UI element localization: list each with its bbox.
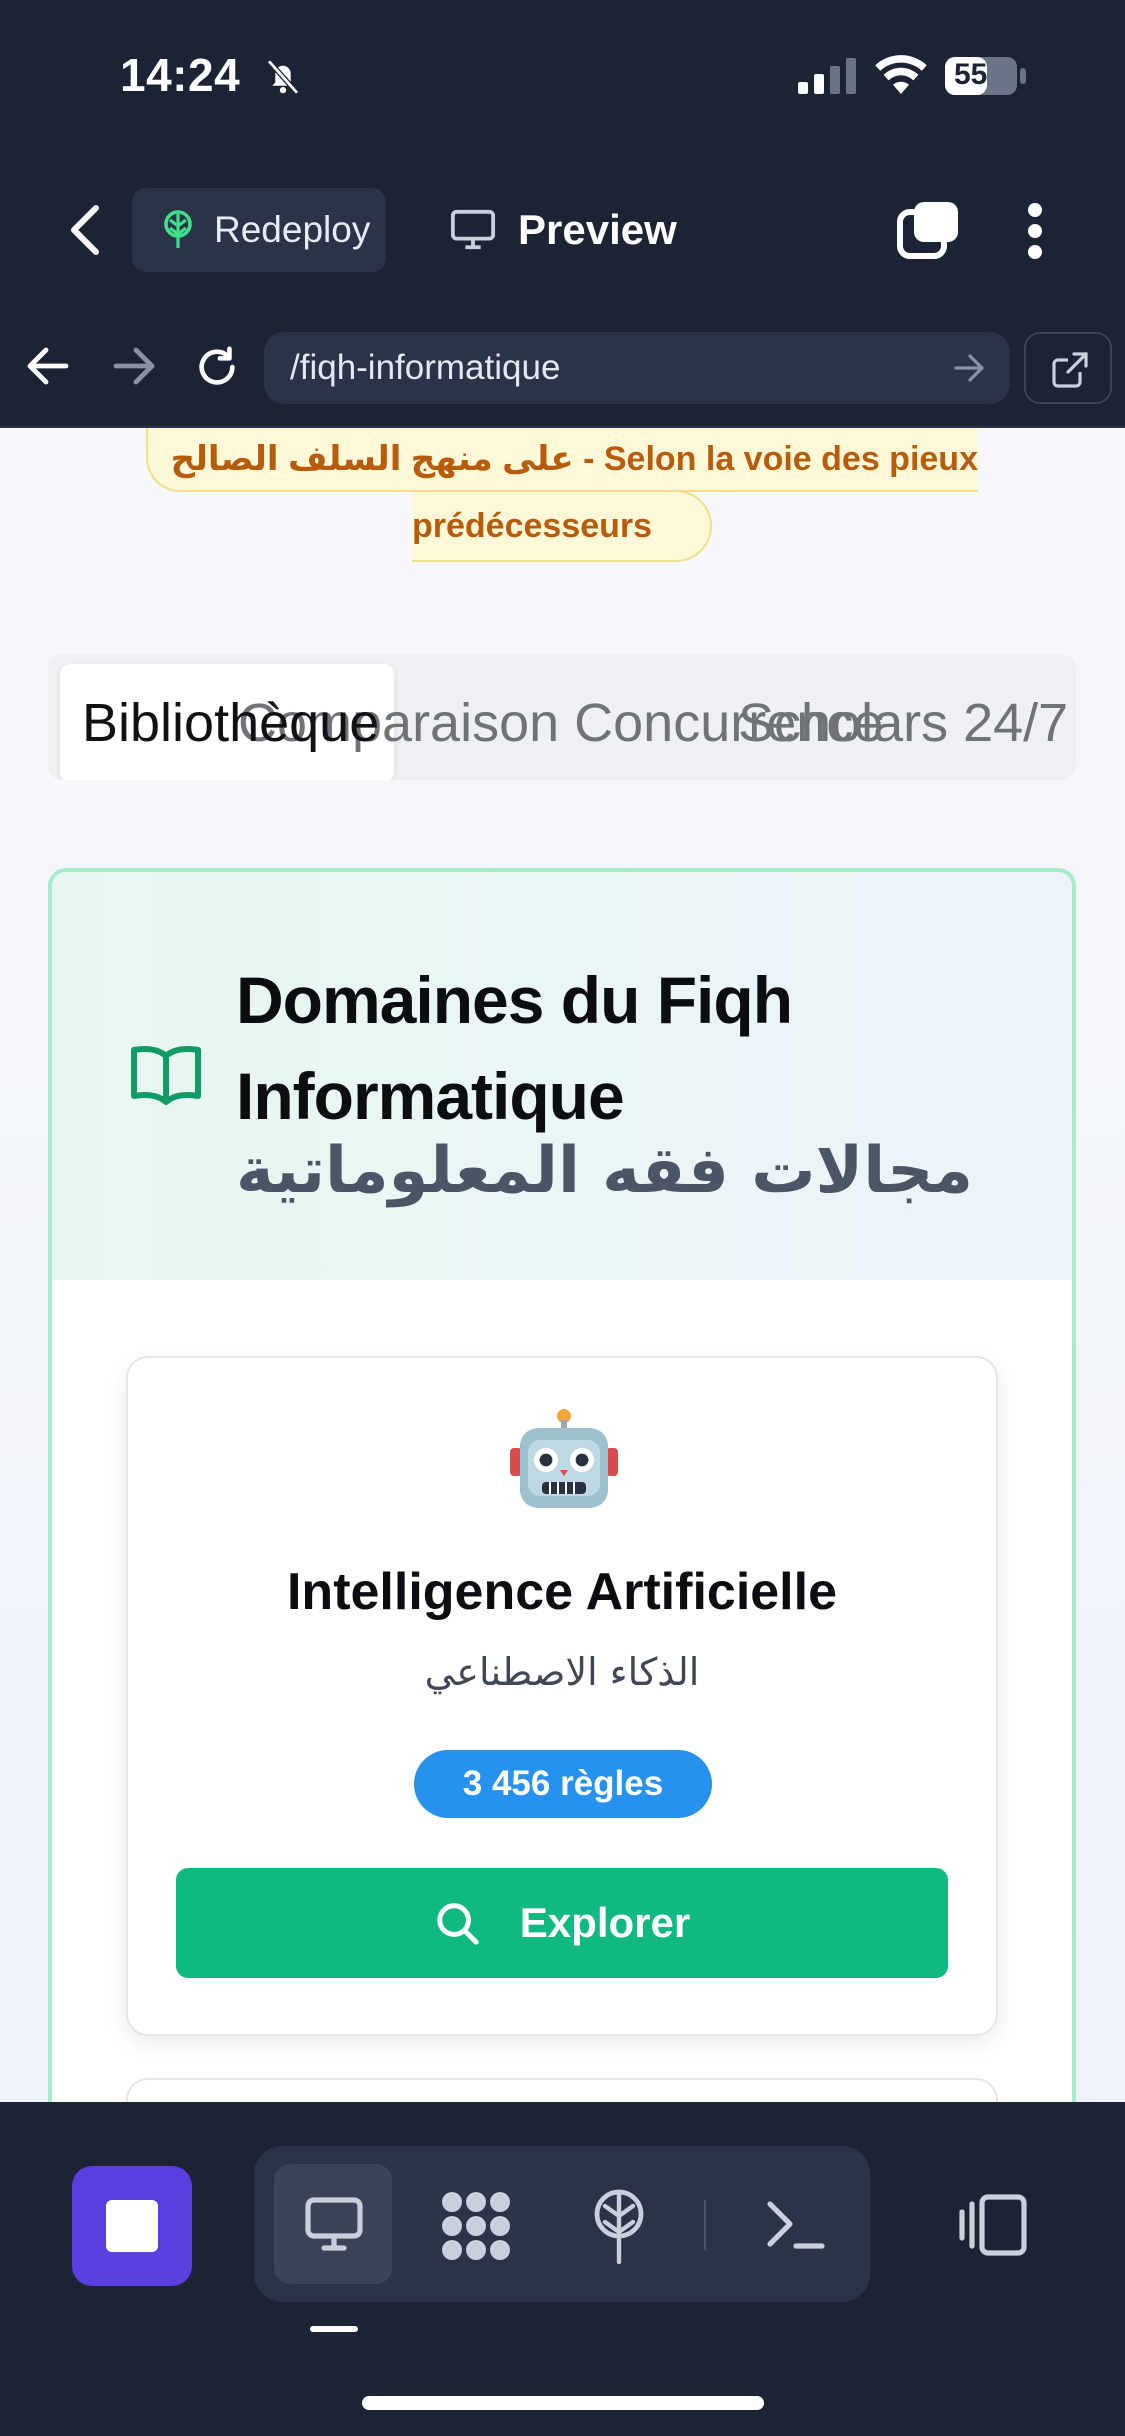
open-book-icon [131, 1046, 201, 1105]
top-chrome: 14:24 55 Redeploy Preview /fiqh-informat… [0, 0, 1125, 428]
status-bar: 14:24 55 [0, 0, 1125, 150]
motto-line1: على منهج السلف الصالح - Selon la voie de… [170, 440, 978, 478]
deploy-tree-icon [164, 210, 192, 248]
explore-button[interactable]: Explorer [176, 1868, 948, 1978]
tab-bibliotheque-label[interactable]: Bibliothèque [82, 692, 379, 754]
tool-switcher [254, 2146, 870, 2302]
motto-banner: على منهج السلف الصالح - Selon la voie de… [146, 428, 978, 492]
domains-header: Domaines du Fiqh Informatique مجالات فقه… [52, 872, 1072, 1280]
robot-icon [510, 1409, 618, 1508]
nav-back-icon[interactable] [26, 346, 70, 386]
app-toolbar: Redeploy Preview [0, 170, 1125, 290]
rules-count-badge: 3 456 règles [414, 1750, 712, 1818]
external-link-icon [1052, 352, 1088, 388]
apps-grid-icon[interactable] [440, 2190, 512, 2262]
domain-card: Intelligence Artificielle الذكاء الاصطنا… [126, 1356, 998, 2036]
domains-section: Domaines du Fiqh Informatique مجالات فقه… [48, 868, 1076, 2102]
signal-icon [798, 58, 856, 94]
section-tabs: Bibliothèque Comparaison Concurrence Sch… [48, 654, 1076, 780]
page-content: على منهج السلف الصالح - Selon la voie de… [0, 428, 1125, 2102]
wifi-icon [875, 55, 927, 94]
more-menu-icon[interactable] [1024, 202, 1046, 260]
browser-bar: /fiqh-informatique [0, 306, 1125, 428]
device-toggle-icon[interactable] [958, 2194, 1028, 2256]
tool-preview[interactable] [274, 2164, 392, 2284]
desktop-icon [305, 2197, 363, 2251]
open-external-button[interactable] [1024, 332, 1112, 404]
domains-subtitle: مجالات فقه المعلوماتية [236, 1134, 973, 1208]
go-arrow-icon[interactable] [954, 354, 986, 382]
next-domain-card [126, 2078, 998, 2102]
stop-button[interactable] [72, 2166, 192, 2286]
reload-icon[interactable] [194, 344, 240, 390]
url-input[interactable]: /fiqh-informatique [264, 332, 1010, 404]
bottom-toolbar [0, 2102, 1125, 2436]
stop-icon [106, 2200, 158, 2252]
shell-icon[interactable] [764, 2196, 826, 2252]
monitor-icon [450, 209, 496, 250]
preview-button[interactable]: Preview [450, 188, 677, 272]
nav-forward-icon[interactable] [112, 346, 156, 386]
redeploy-label: Redeploy [214, 209, 371, 250]
toolbar-divider [704, 2200, 706, 2250]
domains-title: Domaines du Fiqh Informatique [236, 963, 793, 1133]
battery-level: 55 [954, 58, 988, 91]
active-tool-indicator [310, 2326, 358, 2332]
battery-icon: 55 [944, 56, 1028, 96]
url-text: /fiqh-informatique [290, 348, 561, 387]
deploy-icon[interactable] [590, 2188, 648, 2264]
tab-scholars[interactable]: Scholars 24/7 [738, 692, 1068, 754]
motto-line2: prédécesseurs [412, 506, 653, 545]
motto-banner-continued: prédécesseurs [412, 490, 712, 562]
status-time: 14:24 [120, 49, 241, 101]
back-chevron-icon[interactable] [60, 202, 110, 258]
search-icon [437, 1903, 479, 1945]
explore-label: Explorer [519, 1899, 691, 1946]
domain-title: Intelligence Artificielle [286, 1563, 837, 1621]
home-indicator[interactable] [362, 2396, 764, 2410]
tabs-switcher-icon[interactable] [896, 200, 960, 262]
bell-off-icon [267, 59, 299, 95]
redeploy-button[interactable]: Redeploy [132, 188, 386, 272]
domain-subtitle: الذكاء الاصطناعي [424, 1650, 700, 1694]
preview-label: Preview [518, 206, 677, 253]
